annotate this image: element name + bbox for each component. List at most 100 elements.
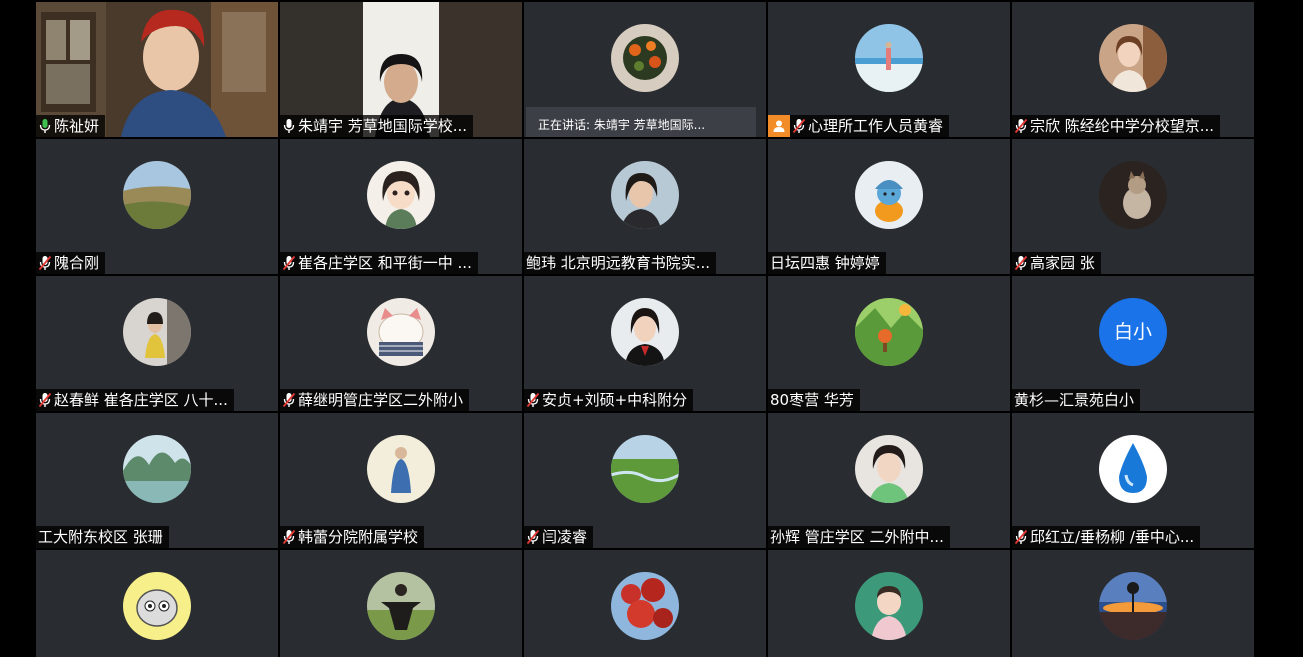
participant-avatar bbox=[611, 435, 679, 503]
muted-microphone-icon bbox=[282, 392, 296, 408]
participant-avatar bbox=[367, 435, 435, 503]
microphone-icon bbox=[39, 119, 51, 133]
participant-avatar bbox=[367, 298, 435, 366]
participant-tile[interactable]: 崔各庄学区 和平街一中 ... bbox=[280, 139, 522, 274]
participant-tile[interactable]: 薛继明管庄学区二外附小 bbox=[280, 276, 522, 411]
participant-tile[interactable] bbox=[1012, 550, 1254, 657]
participant-avatar bbox=[123, 161, 191, 229]
participant-avatar bbox=[611, 161, 679, 229]
participant-tile[interactable]: 隗合刚 bbox=[36, 139, 278, 274]
name-bar: 心理所工作人员黄睿 bbox=[768, 115, 950, 137]
participant-name: 80枣营 华芳 bbox=[770, 391, 854, 409]
participant-avatar bbox=[855, 298, 923, 366]
name-bar: 宗欣 陈经纶中学分校望京... bbox=[1012, 115, 1221, 137]
name-bar: 薛继明管庄学区二外附小 bbox=[280, 389, 470, 411]
participant-name: 高家园 张 bbox=[1030, 254, 1095, 272]
muted-microphone-icon bbox=[38, 255, 52, 271]
participant-name: 鲍玮 北京明远教育书院实... bbox=[526, 254, 711, 272]
name-bar: 韩蕾分院附属学校 bbox=[280, 526, 425, 548]
participant-avatar bbox=[1099, 161, 1167, 229]
participant-avatar bbox=[611, 298, 679, 366]
participant-name: 陈祉妍 bbox=[54, 117, 100, 135]
muted-microphone-icon bbox=[282, 529, 296, 545]
participant-tile[interactable]: 正在讲话: 朱靖宇 芳草地国际... bbox=[524, 2, 766, 137]
participant-avatar bbox=[611, 24, 679, 92]
name-bar: 隗合刚 bbox=[36, 252, 106, 274]
participant-avatar bbox=[855, 435, 923, 503]
muted-microphone-icon bbox=[38, 392, 52, 408]
muted-microphone-icon bbox=[526, 392, 540, 408]
participant-name: 宗欣 陈经纶中学分校望京... bbox=[1030, 117, 1215, 135]
participant-avatar bbox=[367, 161, 435, 229]
participant-tile[interactable] bbox=[36, 550, 278, 657]
participant-avatar bbox=[123, 435, 191, 503]
muted-microphone-icon bbox=[1014, 255, 1028, 271]
participant-tile[interactable]: 80枣营 华芳 bbox=[768, 276, 1010, 411]
participant-avatar bbox=[611, 572, 679, 640]
name-bar: 工大附东校区 张珊 bbox=[36, 526, 169, 548]
participant-tile[interactable]: 邱红立/垂杨柳 /垂中心... bbox=[1012, 413, 1254, 548]
name-bar: 孙辉 管庄学区 二外附中... bbox=[768, 526, 950, 548]
participant-tile[interactable]: 孙辉 管庄学区 二外附中... bbox=[768, 413, 1010, 548]
speaking-indicator: 正在讲话: 朱靖宇 芳草地国际... bbox=[526, 107, 756, 137]
participant-name: 韩蕾分院附属学校 bbox=[298, 528, 419, 546]
participant-tile[interactable] bbox=[524, 550, 766, 657]
participant-avatar bbox=[855, 572, 923, 640]
host-badge-icon bbox=[768, 115, 790, 137]
participant-tile[interactable]: 心理所工作人员黄睿 bbox=[768, 2, 1010, 137]
participant-tile[interactable] bbox=[280, 550, 522, 657]
muted-microphone-icon bbox=[1014, 529, 1028, 545]
muted-microphone-icon bbox=[526, 529, 540, 545]
participant-avatar bbox=[367, 572, 435, 640]
participant-name: 朱靖宇 芳草地国际学校... bbox=[298, 117, 468, 135]
name-bar: 闫凌睿 bbox=[524, 526, 594, 548]
participant-tile[interactable]: 朱靖宇 芳草地国际学校... bbox=[280, 2, 522, 137]
participant-name: 日坛四惠 钟婷婷 bbox=[770, 254, 880, 272]
muted-microphone-icon bbox=[282, 255, 296, 271]
participant-tile[interactable]: 闫凌睿 bbox=[524, 413, 766, 548]
participant-tile[interactable]: 鲍玮 北京明远教育书院实... bbox=[524, 139, 766, 274]
participant-tile[interactable]: 安贞+刘硕+中科附分 bbox=[524, 276, 766, 411]
participant-avatar bbox=[855, 24, 923, 92]
participant-tile[interactable]: 白小 黄杉—汇景苑白小 bbox=[1012, 276, 1254, 411]
video-grid: 陈祉妍 朱靖宇 芳草地国际学校... 正在讲话: 朱靖宇 芳草地国际... 心理… bbox=[36, 2, 1255, 657]
name-bar: 日坛四惠 钟婷婷 bbox=[768, 252, 886, 274]
participant-name: 心理所工作人员黄睿 bbox=[808, 117, 944, 135]
participant-name: 工大附东校区 张珊 bbox=[38, 528, 163, 546]
participant-name: 邱红立/垂杨柳 /垂中心... bbox=[1030, 528, 1195, 546]
participant-avatar bbox=[1099, 572, 1167, 640]
participant-name: 赵春鲜 崔各庄学区 八十... bbox=[54, 391, 228, 409]
participant-name: 薛继明管庄学区二外附小 bbox=[298, 391, 464, 409]
participant-tile[interactable]: 工大附东校区 张珊 bbox=[36, 413, 278, 548]
participant-name: 孙辉 管庄学区 二外附中... bbox=[770, 528, 944, 546]
participant-avatar bbox=[123, 572, 191, 640]
participant-tile[interactable]: 宗欣 陈经纶中学分校望京... bbox=[1012, 2, 1254, 137]
participant-name: 黄杉—汇景苑白小 bbox=[1014, 391, 1135, 409]
participant-tile[interactable]: 陈祉妍 bbox=[36, 2, 278, 137]
muted-microphone-icon bbox=[1014, 118, 1028, 134]
name-bar: 高家园 张 bbox=[1012, 252, 1101, 274]
participant-tile[interactable] bbox=[768, 550, 1010, 657]
name-bar: 赵春鲜 崔各庄学区 八十... bbox=[36, 389, 234, 411]
name-bar: 安贞+刘硕+中科附分 bbox=[524, 389, 694, 411]
name-bar: 崔各庄学区 和平街一中 ... bbox=[280, 252, 478, 274]
participant-tile[interactable]: 日坛四惠 钟婷婷 bbox=[768, 139, 1010, 274]
name-bar: 朱靖宇 芳草地国际学校... bbox=[280, 115, 474, 137]
participant-tile[interactable]: 高家园 张 bbox=[1012, 139, 1254, 274]
participant-name: 隗合刚 bbox=[54, 254, 100, 272]
microphone-icon bbox=[283, 119, 295, 133]
name-bar: 陈祉妍 bbox=[36, 115, 106, 137]
participant-avatar bbox=[1099, 24, 1167, 92]
participant-name: 崔各庄学区 和平街一中 ... bbox=[298, 254, 472, 272]
muted-microphone-icon bbox=[792, 118, 806, 134]
participant-name: 安贞+刘硕+中科附分 bbox=[542, 391, 688, 409]
name-bar: 邱红立/垂杨柳 /垂中心... bbox=[1012, 526, 1201, 548]
participant-avatar: 白小 bbox=[1099, 298, 1167, 366]
participant-tile[interactable]: 韩蕾分院附属学校 bbox=[280, 413, 522, 548]
participant-avatar bbox=[123, 298, 191, 366]
participant-tile[interactable]: 赵春鲜 崔各庄学区 八十... bbox=[36, 276, 278, 411]
name-bar: 黄杉—汇景苑白小 bbox=[1012, 389, 1141, 411]
participant-avatar bbox=[855, 161, 923, 229]
participant-avatar bbox=[1099, 435, 1167, 503]
name-bar: 80枣营 华芳 bbox=[768, 389, 860, 411]
